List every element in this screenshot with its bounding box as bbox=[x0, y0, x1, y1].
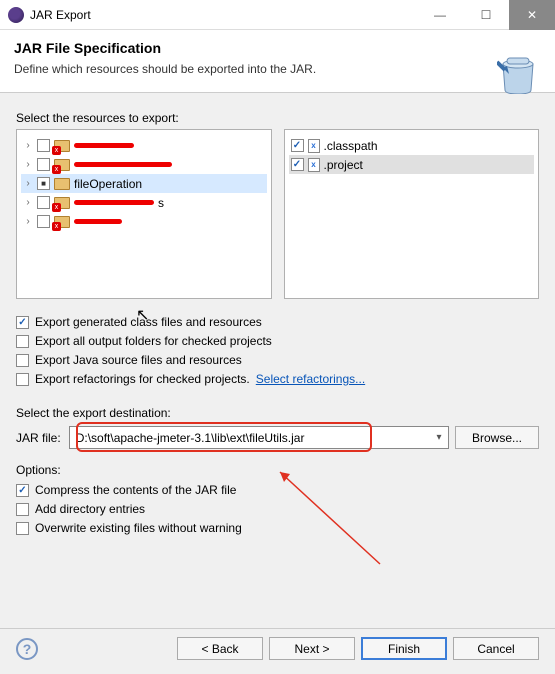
expander-icon[interactable]: › bbox=[23, 140, 33, 151]
redacted-text bbox=[74, 200, 154, 205]
resources-label: Select the resources to export: bbox=[16, 111, 539, 125]
file-name: .classpath bbox=[324, 139, 378, 153]
jar-option: Overwrite existing files without warning bbox=[16, 519, 539, 537]
export-options: Export generated class files and resourc… bbox=[16, 313, 539, 388]
close-button[interactable]: ✕ bbox=[509, 0, 555, 30]
wizard-footer: ? < Back Next > Finish Cancel bbox=[0, 628, 555, 674]
help-button[interactable]: ? bbox=[16, 638, 38, 660]
redacted-text bbox=[74, 143, 134, 148]
option-label: Export generated class files and resourc… bbox=[35, 315, 262, 329]
option-label: Add directory entries bbox=[35, 502, 145, 516]
checkbox[interactable] bbox=[16, 335, 29, 348]
jar-option: Compress the contents of the JAR file bbox=[16, 481, 539, 499]
export-option: Export all output folders for checked pr… bbox=[16, 332, 539, 350]
destination-label: Select the export destination: bbox=[16, 406, 539, 420]
expander-icon[interactable]: › bbox=[23, 197, 33, 208]
tree-row[interactable]: › bbox=[21, 155, 267, 174]
export-option: Export refactorings for checked projects… bbox=[16, 370, 539, 388]
file-name: .project bbox=[324, 158, 363, 172]
redacted-text bbox=[74, 162, 172, 167]
minimize-button[interactable]: — bbox=[417, 0, 463, 30]
option-label: Export Java source files and resources bbox=[35, 353, 242, 367]
checkbox[interactable] bbox=[37, 215, 50, 228]
eclipse-icon bbox=[8, 7, 24, 23]
tree-row[interactable]: ›s bbox=[21, 193, 267, 212]
next-button[interactable]: Next > bbox=[269, 637, 355, 660]
checkbox[interactable] bbox=[37, 196, 50, 209]
checkbox[interactable] bbox=[16, 484, 29, 497]
page-title: JAR File Specification bbox=[14, 40, 541, 56]
option-label: Export refactorings for checked projects… bbox=[35, 372, 250, 386]
jar-option: Add directory entries bbox=[16, 500, 539, 518]
options-title: Options: bbox=[16, 463, 539, 477]
file-row[interactable]: x .classpath bbox=[289, 136, 535, 155]
maximize-button[interactable]: ☐ bbox=[463, 0, 509, 30]
checkbox[interactable] bbox=[37, 139, 50, 152]
jar-icon bbox=[497, 48, 539, 94]
export-option: Export Java source files and resources bbox=[16, 351, 539, 369]
export-option: Export generated class files and resourc… bbox=[16, 313, 539, 331]
tree-row[interactable]: › fileOperation bbox=[21, 174, 267, 193]
project-icon bbox=[54, 197, 70, 209]
option-label: Compress the contents of the JAR file bbox=[35, 483, 236, 497]
select-refactorings-link[interactable]: Select refactorings... bbox=[256, 372, 365, 386]
checkbox[interactable] bbox=[16, 522, 29, 535]
checkbox[interactable] bbox=[16, 354, 29, 367]
tree-row[interactable]: › bbox=[21, 136, 267, 155]
file-icon: x bbox=[308, 158, 320, 172]
tree-item-label: fileOperation bbox=[74, 177, 142, 191]
checkbox[interactable] bbox=[16, 373, 29, 386]
jar-file-input[interactable] bbox=[69, 426, 449, 449]
jar-file-label: JAR file: bbox=[16, 431, 61, 445]
files-list[interactable]: x .classpath x .project bbox=[284, 129, 540, 299]
checkbox[interactable] bbox=[37, 158, 50, 171]
checkbox[interactable] bbox=[37, 177, 50, 190]
checkbox[interactable] bbox=[291, 158, 304, 171]
project-icon bbox=[54, 178, 70, 190]
project-icon bbox=[54, 216, 70, 228]
expander-icon[interactable]: › bbox=[23, 159, 33, 170]
option-label: Overwrite existing files without warning bbox=[35, 521, 242, 535]
titlebar: JAR Export — ☐ ✕ bbox=[0, 0, 555, 30]
page-description: Define which resources should be exporte… bbox=[14, 62, 541, 76]
file-row[interactable]: x .project bbox=[289, 155, 535, 174]
tree-item-suffix: s bbox=[158, 196, 164, 210]
jar-options: Compress the contents of the JAR file Ad… bbox=[16, 481, 539, 537]
expander-icon[interactable]: › bbox=[23, 216, 33, 227]
redacted-text bbox=[74, 219, 122, 224]
expander-icon[interactable]: › bbox=[23, 178, 33, 189]
project-icon bbox=[54, 159, 70, 171]
checkbox[interactable] bbox=[16, 316, 29, 329]
tree-row[interactable]: › bbox=[21, 212, 267, 231]
finish-button[interactable]: Finish bbox=[361, 637, 447, 660]
browse-button[interactable]: Browse... bbox=[455, 426, 539, 449]
file-icon: x bbox=[308, 139, 320, 153]
project-icon bbox=[54, 140, 70, 152]
projects-tree[interactable]: ›››fileOperation›s› bbox=[16, 129, 272, 299]
checkbox[interactable] bbox=[291, 139, 304, 152]
wizard-header: JAR File Specification Define which reso… bbox=[0, 30, 555, 93]
cancel-button[interactable]: Cancel bbox=[453, 637, 539, 660]
back-button[interactable]: < Back bbox=[177, 637, 263, 660]
option-label: Export all output folders for checked pr… bbox=[35, 334, 272, 348]
checkbox[interactable] bbox=[16, 503, 29, 516]
